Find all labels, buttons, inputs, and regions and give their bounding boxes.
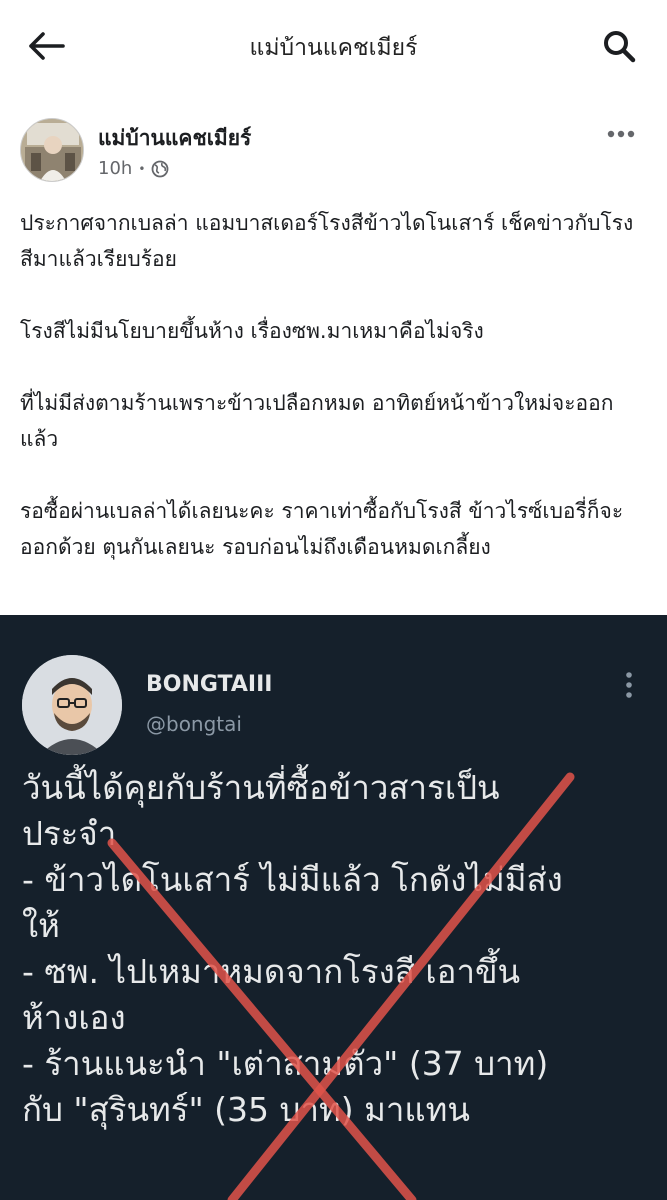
globe-icon: [151, 160, 169, 177]
post-more-button[interactable]: [603, 122, 639, 146]
tweet-line: - ซพ. ไปเหมาหมดจากโรงสี เอาขึ้น: [22, 952, 521, 991]
tweet-line: ห้างเอง: [22, 998, 126, 1037]
tweet-line: ประจำ: [22, 814, 117, 853]
search-icon: [604, 31, 636, 63]
tweet-line: - ข้าวไดโนเสาร์ ไม่มีแล้ว โกดังไม่มีส่ง: [22, 860, 563, 899]
meta-separator: •: [138, 161, 146, 176]
post-paragraph: รอซื้อผ่านเบลล่าได้เลยนะคะ ราคาเท่าซื้อก…: [20, 499, 624, 559]
tweet-more-button: [614, 667, 644, 703]
post-paragraph: ประกาศจากเบลล่า แอมบาสเดอร์โรงสีข้าวไดโน…: [20, 211, 634, 271]
tweet-line: - ร้านแนะนำ "เต่าสามตัว" (37 บาท): [22, 1044, 549, 1083]
post-author[interactable]: แม่บ้านแคชเมียร์: [98, 122, 251, 155]
embedded-tweet-image[interactable]: BONGTAIII @bongtai วันนี้ได้คุยกับร้านที…: [0, 615, 667, 1200]
profile-photo: [21, 119, 83, 181]
cartoon-avatar: [22, 655, 122, 755]
post-meta: 10h •: [98, 158, 169, 179]
tweet-avatar: [22, 655, 122, 755]
post-time[interactable]: 10h: [98, 158, 132, 179]
tweet-author-handle: @bongtai: [146, 712, 242, 736]
post-paragraph: โรงสีไม่มีนโยบายขึ้นห้าง เรื่องซพ.มาเหมา…: [20, 319, 484, 343]
more-horizontal-icon: [607, 130, 635, 138]
post-paragraph: ที่ไม่มีส่งตามร้านเพราะข้าวเปลือกหมด อาท…: [20, 391, 614, 451]
tweet-line: กับ "สุรินทร์" (35 บาท) มาแทน: [22, 1090, 470, 1129]
tweet-line: วันนี้ได้คุยกับร้านที่ซื้อข้าวสารเป็น: [22, 768, 500, 807]
tweet-line: ให้: [22, 906, 60, 945]
tweet-author-name: BONGTAIII: [146, 672, 273, 697]
search-button[interactable]: [597, 24, 641, 68]
tweet-text: วันนี้ได้คุยกับร้านที่ซื้อข้าวสารเป็น ปร…: [22, 765, 662, 1133]
avatar[interactable]: [20, 118, 84, 182]
page-title: แม่บ้านแคชเมียร์: [249, 35, 418, 61]
more-vertical-icon: [626, 672, 632, 698]
post-text: ประกาศจากเบลล่า แอมบาสเดอร์โรงสีข้าวไดโน…: [20, 205, 650, 601]
post-header: แม่บ้านแคชเมียร์ 10h •: [0, 108, 667, 198]
top-bar: แม่บ้านแคชเมียร์: [0, 0, 667, 92]
